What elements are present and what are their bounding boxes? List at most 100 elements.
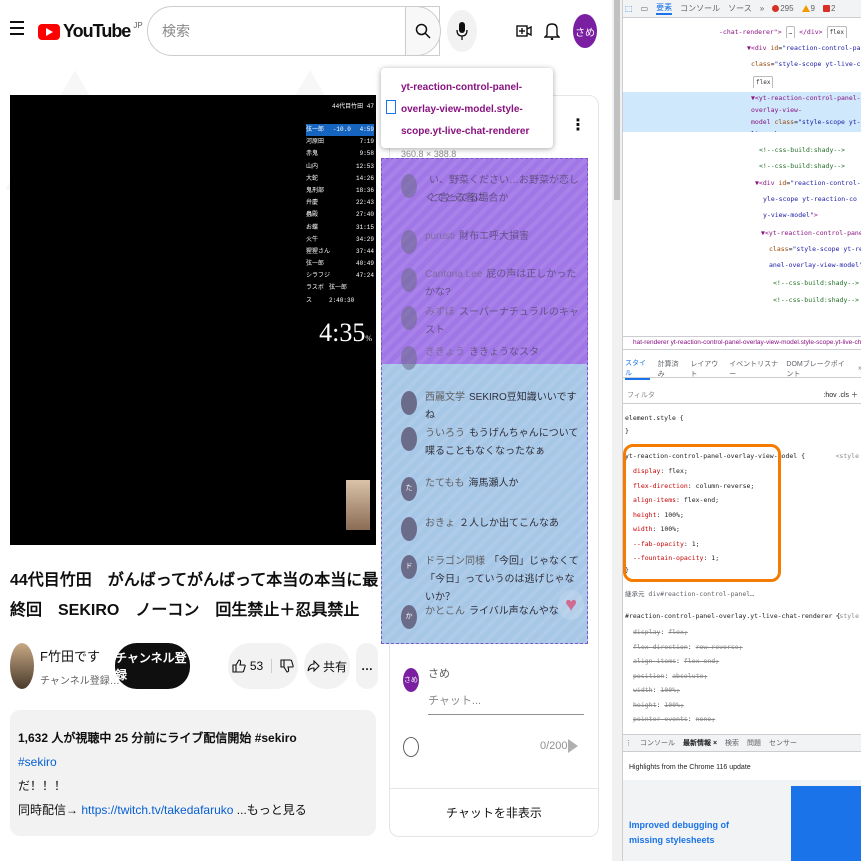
channel-avatar[interactable] — [10, 643, 34, 689]
user-avatar[interactable]: さめ — [573, 14, 597, 48]
css-declaration[interactable]: width: 100%; — [623, 685, 861, 696]
split-name: 弁慶 — [306, 199, 319, 207]
css-property[interactable]: display — [633, 628, 660, 636]
css-declaration[interactable]: flex-direction: row-reverse; — [623, 642, 861, 653]
search-input[interactable]: 検索 — [147, 6, 440, 56]
drawer-menu-icon[interactable]: ⋮ — [625, 739, 632, 747]
dom-line[interactable]: -chat-renderer"> … </div> flex — [623, 26, 861, 38]
css-value[interactable]: flex; — [668, 628, 688, 636]
dom-line[interactable]: ▼<div id="reaction-control-panel" — [623, 177, 861, 189]
tab-sources[interactable]: ソース — [728, 3, 752, 14]
hide-chat-button[interactable]: チャットを非表示 — [390, 788, 598, 836]
video-player[interactable]: 44代目竹田 47 弦一郎 -10.0 4:59 河原田 7:19 赤鬼 9:58 山内 12:… — [10, 95, 376, 545]
send-icon[interactable] — [568, 739, 578, 753]
dom-breadcrumb[interactable]: hat-renderer yt-reaction-control-panel-o… — [623, 336, 861, 350]
css-declaration[interactable]: position: absolute; — [623, 671, 861, 682]
css-declaration[interactable]: pointer-events: none; — [623, 714, 861, 725]
dom-line[interactable]: class="style-scope yt-reaction-c — [623, 243, 861, 255]
css-property[interactable]: height — [633, 701, 656, 709]
more-actions-button[interactable]: … — [356, 643, 378, 689]
css-value[interactable]: row-reverse; — [696, 643, 743, 651]
subscribe-button[interactable]: チャンネル登録 — [115, 643, 190, 689]
reaction-heart-icon[interactable]: ♥ — [558, 590, 584, 620]
dom-line[interactable]: anel-overlay-view-model"> — [623, 259, 861, 271]
whats-new-title[interactable]: Improved debugging of missing stylesheet… — [629, 818, 759, 848]
tab-layout[interactable]: レイアウト — [690, 359, 721, 379]
css-property[interactable]: flex-direction — [633, 643, 688, 651]
dom-line[interactable]: ▼<yt-reaction-control-panel-view- — [623, 227, 861, 239]
rule2-selector[interactable]: #reaction-control-panel-overlay.yt-live-… — [623, 611, 861, 622]
like-button[interactable]: 53 — [232, 659, 273, 673]
issues-badge[interactable]: 2 — [823, 4, 835, 13]
dom-line[interactable]: <!--css-build:shady--> — [623, 144, 861, 156]
css-property[interactable]: align-items — [633, 657, 676, 665]
menu-icon[interactable] — [10, 21, 24, 35]
dom-line[interactable]: <!--css-build:shady--> — [623, 294, 861, 306]
youtube-logo[interactable]: YouTube JP — [38, 21, 143, 42]
drawer-tab-issues[interactable]: 問題 — [747, 738, 761, 748]
drawer-tab-sensors[interactable]: センサー — [769, 738, 797, 748]
split-row: ラスボス 弦一郎 2:40:30 — [306, 282, 374, 303]
create-video-icon[interactable] — [513, 20, 535, 42]
share-button[interactable]: 共有 — [304, 643, 350, 689]
share-icon — [307, 660, 320, 672]
styles-filter-input[interactable]: フィルタ :hov .cls ＋ — [623, 388, 861, 404]
twitch-link[interactable]: https://twitch.tv/takedafaruko — [81, 803, 233, 817]
page-scrollbar-thumb[interactable] — [614, 0, 620, 200]
run-timer: 4:35% — [319, 318, 372, 347]
css-property[interactable]: pointer-events — [633, 715, 688, 723]
inspect-icon[interactable]: ⬚ — [625, 4, 633, 13]
split-row: 河原田 7:19 — [306, 136, 374, 148]
highlight-outline — [381, 158, 588, 644]
css-declaration[interactable]: height: 100%; — [623, 700, 861, 711]
css-declaration[interactable]: align-items: flex-end; — [623, 656, 861, 667]
emoji-icon[interactable] — [403, 737, 419, 757]
dom-line: flex — [623, 76, 861, 88]
rule1-source[interactable]: <style — [836, 451, 859, 462]
rule2-source[interactable]: <style — [836, 611, 859, 622]
notifications-bell-icon[interactable] — [541, 20, 563, 42]
css-value[interactable]: absolute; — [672, 672, 707, 680]
tab-dom-breakpoints[interactable]: DOMブレークポイント — [786, 359, 850, 379]
device-toolbar-icon[interactable]: ▭ — [641, 4, 649, 13]
drawer-tab-search[interactable]: 検索 — [725, 738, 739, 748]
css-property[interactable]: width — [633, 686, 653, 694]
dislike-button[interactable] — [272, 659, 294, 673]
split-name: 赤鬼 — [306, 150, 319, 158]
css-property[interactable]: position — [633, 672, 664, 680]
split-name: 鬼刑部 — [306, 186, 325, 194]
show-more-link[interactable]: ...もっと見る — [237, 803, 307, 817]
mic-button[interactable] — [447, 10, 477, 52]
chat-input[interactable]: チャット... — [428, 692, 584, 715]
hashtag-link[interactable]: #sekiro — [18, 750, 368, 774]
tab-elements[interactable]: 要素 — [656, 2, 673, 15]
filter-tools[interactable]: :hov .cls ＋ — [823, 388, 858, 404]
css-value[interactable]: 100%; — [660, 686, 680, 694]
tab-event-listeners[interactable]: イベントリスナー — [729, 359, 778, 379]
inherited-from-label[interactable]: 継承元 div#reaction-control-panel… — [623, 589, 861, 600]
tab-console[interactable]: コンソール — [680, 3, 720, 14]
warning-badge[interactable]: 9 — [801, 4, 815, 13]
dom-line[interactable]: <!--css-build:shady--> — [623, 277, 861, 289]
dom-line[interactable]: <!--css-build:shady--> — [623, 160, 861, 172]
tab-computed[interactable]: 計算済み — [658, 359, 683, 379]
css-value[interactable]: flex-end; — [684, 657, 719, 665]
dom-line-selected[interactable]: ▼<yt-reaction-control-panel-overlay-view… — [623, 92, 861, 132]
dom-line[interactable]: yle-scope yt-reaction-co — [623, 193, 861, 205]
dom-line[interactable]: class="style-scope yt-live-chat-rendere — [623, 58, 861, 70]
tab-more[interactable]: » — [760, 4, 764, 13]
split-time: 27:40 — [355, 211, 374, 219]
element-style-rule[interactable]: element.style { — [623, 413, 861, 424]
drawer-tab-console[interactable]: コンソール — [640, 738, 675, 748]
css-value[interactable]: 100%; — [664, 701, 684, 709]
dom-line[interactable]: y-view-model"> — [623, 209, 861, 221]
description-box[interactable]: 1,632 人が視聴中 25 分前にライブ配信開始 #sekiro #sekir… — [10, 710, 376, 836]
error-badge[interactable]: 295 — [772, 4, 794, 13]
channel-name[interactable]: F竹田です — [40, 646, 100, 665]
css-declaration[interactable]: display: flex; — [623, 627, 861, 638]
chat-menu-icon[interactable]: ⋮ — [570, 115, 586, 135]
tab-styles[interactable]: スタイル — [625, 358, 650, 380]
dom-line[interactable]: ▼<div id="reaction-control-panel-overl — [623, 42, 861, 54]
css-value[interactable]: none; — [696, 715, 716, 723]
drawer-tab-whats-new[interactable]: 最新情報 × — [683, 738, 717, 748]
